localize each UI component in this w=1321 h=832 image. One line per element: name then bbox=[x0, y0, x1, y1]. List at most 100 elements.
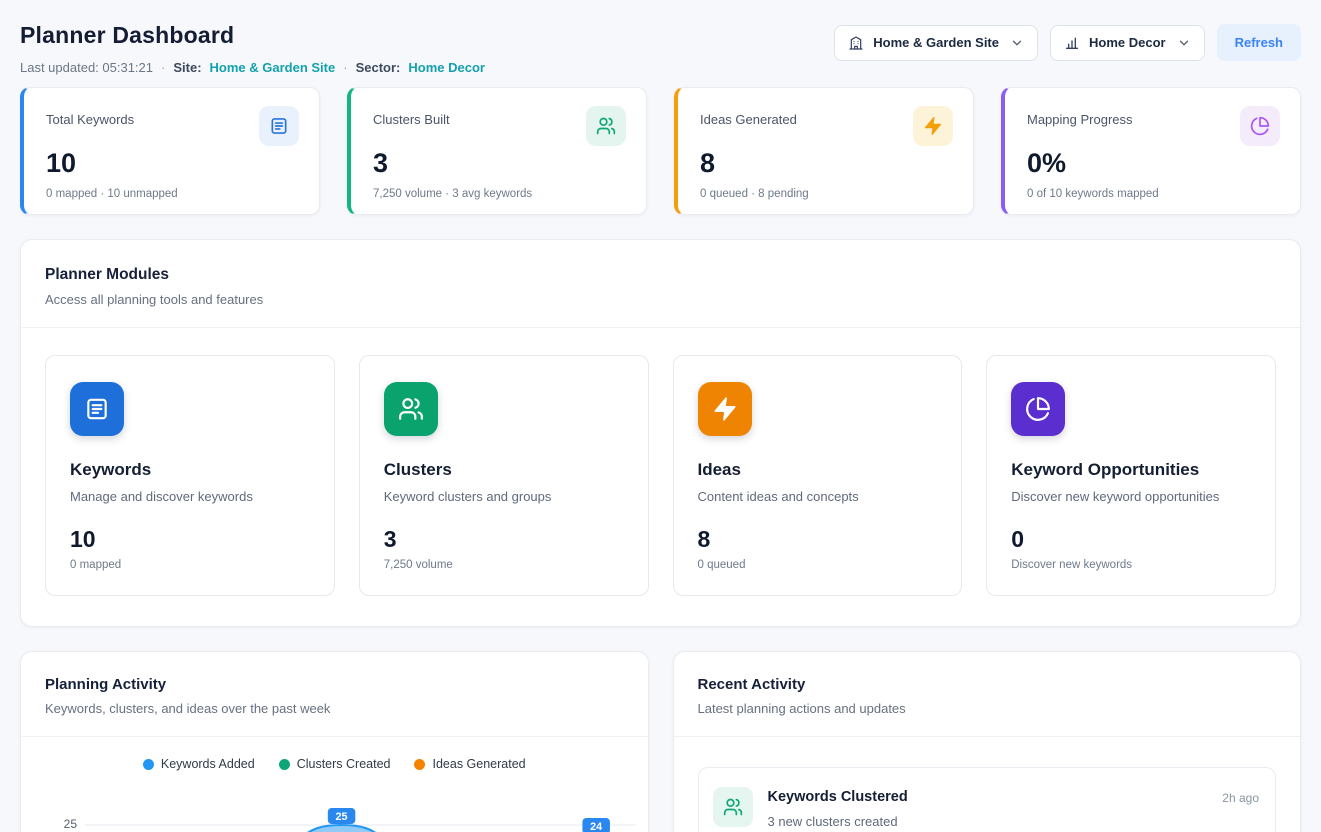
activity-item-body: Keywords Clustered 3 new clusters create… bbox=[768, 787, 1208, 829]
planner-modules-header: Planner Modules Access all planning tool… bbox=[21, 240, 1300, 328]
site-label: Site: bbox=[173, 60, 201, 75]
users-icon bbox=[384, 382, 438, 436]
site-selector-label: Home & Garden Site bbox=[873, 35, 999, 50]
page-header: Planner Dashboard Last updated: 05:31:21… bbox=[20, 18, 1301, 75]
page-meta: Last updated: 05:31:21 · Site: Home & Ga… bbox=[20, 60, 485, 75]
site-selector-dropdown[interactable]: Home & Garden Site bbox=[834, 25, 1038, 61]
chart-legend: Keywords Added Clusters Created Ideas Ge… bbox=[21, 757, 648, 771]
planning-activity-chart-area: 25 25 24 bbox=[21, 807, 648, 832]
stat-subtext: 0 queued · 8 pending bbox=[700, 188, 953, 200]
sector-selector-dropdown[interactable]: Home Decor bbox=[1050, 25, 1205, 61]
module-value: 10 bbox=[70, 526, 310, 553]
stat-card-clusters-built: Clusters Built 3 7,250 volume · 3 avg ke… bbox=[347, 87, 647, 215]
legend-dot bbox=[143, 759, 154, 770]
sector-label: Sector: bbox=[356, 60, 401, 75]
activity-timestamp: 2h ago bbox=[1222, 787, 1259, 805]
stat-label: Total Keywords bbox=[46, 106, 134, 127]
activity-item-keywords-clustered: Keywords Clustered 3 new clusters create… bbox=[698, 767, 1277, 832]
module-description: Keyword clusters and groups bbox=[384, 489, 624, 504]
legend-label: Ideas Generated bbox=[432, 757, 525, 771]
stat-label: Ideas Generated bbox=[700, 106, 797, 127]
svg-text:24: 24 bbox=[590, 821, 602, 832]
stats-row: Total Keywords 10 0 mapped · 10 unmapped… bbox=[20, 87, 1301, 215]
pie-chart-icon bbox=[1011, 382, 1065, 436]
svg-text:25: 25 bbox=[336, 811, 348, 823]
module-subtext: 0 mapped bbox=[70, 559, 310, 571]
bar-chart-icon bbox=[1064, 35, 1080, 51]
module-value: 8 bbox=[698, 526, 938, 553]
users-icon bbox=[713, 787, 753, 827]
legend-label: Clusters Created bbox=[297, 757, 391, 771]
chart-point-badge: 24 bbox=[582, 818, 610, 832]
stat-subtext: 0 of 10 keywords mapped bbox=[1027, 188, 1280, 200]
card-subtitle: Keywords, clusters, and ideas over the p… bbox=[45, 701, 624, 716]
module-value: 3 bbox=[384, 526, 624, 553]
module-subtext: 0 queued bbox=[698, 559, 938, 571]
card-title: Planning Activity bbox=[45, 676, 624, 693]
legend-dot bbox=[414, 759, 425, 770]
section-title: Planner Modules bbox=[45, 266, 1276, 284]
module-card-clusters[interactable]: Clusters Keyword clusters and groups 3 7… bbox=[359, 355, 649, 596]
legend-item-keywords-added[interactable]: Keywords Added bbox=[143, 757, 255, 771]
sector-selector-label: Home Decor bbox=[1089, 35, 1166, 50]
planner-dashboard-page: Planner Dashboard Last updated: 05:31:21… bbox=[0, 0, 1321, 832]
chevron-down-icon bbox=[1010, 36, 1024, 50]
stat-value: 10 bbox=[46, 148, 299, 178]
module-value: 0 bbox=[1011, 526, 1251, 553]
site-link[interactable]: Home & Garden Site bbox=[210, 60, 336, 75]
document-icon bbox=[259, 106, 299, 146]
stat-card-total-keywords: Total Keywords 10 0 mapped · 10 unmapped bbox=[20, 87, 320, 215]
legend-label: Keywords Added bbox=[161, 757, 255, 771]
bolt-icon bbox=[913, 106, 953, 146]
sector-link[interactable]: Home Decor bbox=[408, 60, 485, 75]
meta-separator: · bbox=[343, 60, 347, 75]
bolt-icon bbox=[698, 382, 752, 436]
stat-value: 0% bbox=[1027, 148, 1280, 178]
legend-item-ideas-generated[interactable]: Ideas Generated bbox=[414, 757, 525, 771]
recent-activity-card: Recent Activity Latest planning actions … bbox=[673, 651, 1302, 832]
page-title: Planner Dashboard bbox=[20, 22, 485, 49]
activity-title: Keywords Clustered bbox=[768, 787, 1208, 805]
last-updated-text: Last updated: 05:31:21 bbox=[20, 60, 153, 75]
meta-separator: · bbox=[161, 60, 165, 75]
module-card-ideas[interactable]: Ideas Content ideas and concepts 8 0 que… bbox=[673, 355, 963, 596]
chevron-down-icon bbox=[1177, 36, 1191, 50]
stat-label: Clusters Built bbox=[373, 106, 450, 127]
legend-dot bbox=[279, 759, 290, 770]
refresh-button[interactable]: Refresh bbox=[1217, 24, 1301, 61]
planning-activity-card: Planning Activity Keywords, clusters, an… bbox=[20, 651, 649, 832]
stat-value: 3 bbox=[373, 148, 626, 178]
stat-subtext: 0 mapped · 10 unmapped bbox=[46, 188, 299, 200]
module-title: Clusters bbox=[384, 460, 624, 480]
modules-grid: Keywords Manage and discover keywords 10… bbox=[21, 328, 1300, 626]
module-title: Keyword Opportunities bbox=[1011, 460, 1251, 480]
module-card-keyword-opportunities[interactable]: Keyword Opportunities Discover new keywo… bbox=[986, 355, 1276, 596]
stat-value: 8 bbox=[700, 148, 953, 178]
card-title: Recent Activity bbox=[698, 676, 1277, 693]
activity-description: 3 new clusters created bbox=[768, 814, 1208, 829]
stat-card-mapping-progress: Mapping Progress 0% 0 of 10 keywords map… bbox=[1001, 87, 1301, 215]
stat-card-ideas-generated: Ideas Generated 8 0 queued · 8 pending bbox=[674, 87, 974, 215]
module-title: Keywords bbox=[70, 460, 310, 480]
header-left: Planner Dashboard Last updated: 05:31:21… bbox=[20, 18, 485, 75]
y-axis-tick-label: 25 bbox=[47, 807, 77, 832]
module-description: Content ideas and concepts bbox=[698, 489, 938, 504]
users-icon bbox=[586, 106, 626, 146]
section-subtitle: Access all planning tools and features bbox=[45, 292, 1276, 307]
card-subtitle: Latest planning actions and updates bbox=[698, 701, 1277, 716]
bottom-row: Planning Activity Keywords, clusters, an… bbox=[20, 651, 1301, 832]
module-title: Ideas bbox=[698, 460, 938, 480]
building-icon bbox=[848, 35, 864, 51]
area-chart-plot: 25 24 bbox=[85, 807, 636, 832]
chart-point-badge: 25 bbox=[328, 808, 356, 824]
stat-label: Mapping Progress bbox=[1027, 106, 1133, 127]
header-controls: Home & Garden Site Home Decor Refresh bbox=[834, 24, 1301, 61]
recent-activity-header: Recent Activity Latest planning actions … bbox=[674, 652, 1301, 737]
document-icon bbox=[70, 382, 124, 436]
module-subtext: Discover new keywords bbox=[1011, 559, 1251, 571]
planner-modules-panel: Planner Modules Access all planning tool… bbox=[20, 239, 1301, 627]
planning-activity-header: Planning Activity Keywords, clusters, an… bbox=[21, 652, 648, 737]
legend-item-clusters-created[interactable]: Clusters Created bbox=[279, 757, 391, 771]
module-card-keywords[interactable]: Keywords Manage and discover keywords 10… bbox=[45, 355, 335, 596]
module-description: Discover new keyword opportunities bbox=[1011, 489, 1251, 504]
